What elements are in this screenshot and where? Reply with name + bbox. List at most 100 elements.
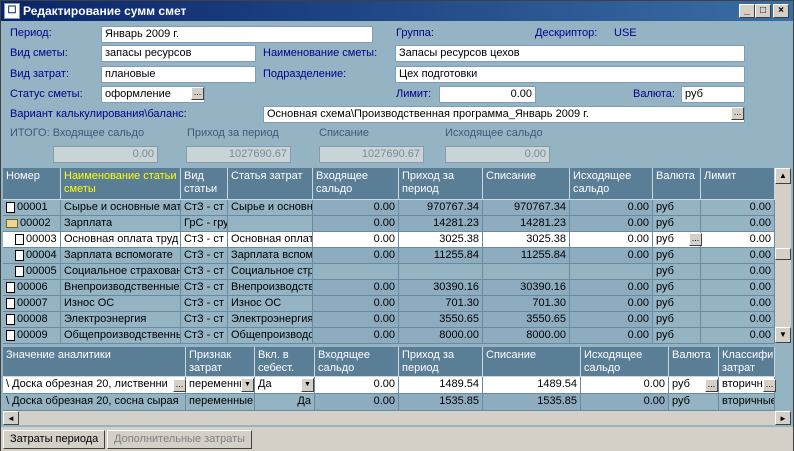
table-cell[interactable]: руб bbox=[653, 296, 701, 312]
table-cell[interactable]: 0.00 bbox=[701, 248, 775, 264]
analytics-table[interactable]: Значение аналитики Признак затрат Вкл. в с… bbox=[3, 347, 791, 425]
table-cell[interactable]: 14281.23 bbox=[399, 216, 483, 232]
top-header-0[interactable]: Номер bbox=[3, 168, 61, 200]
table-row[interactable]: 00009 bbox=[3, 328, 61, 344]
table-cell[interactable]: 0.00 bbox=[701, 280, 775, 296]
table-cell[interactable]: 0.00 bbox=[570, 248, 653, 264]
bottom-header-1[interactable]: Признак затрат bbox=[186, 347, 255, 377]
table-cell[interactable]: ГрС - гру bbox=[181, 216, 228, 232]
smeta-type-field[interactable]: запасы ресурсов bbox=[101, 45, 256, 62]
table-cell[interactable]: 0.00 bbox=[315, 377, 399, 394]
table-cell[interactable]: руб bbox=[653, 328, 701, 344]
table-cell[interactable] bbox=[313, 264, 399, 280]
vertical-scrollbar[interactable]: ▲ ▼ bbox=[775, 168, 791, 343]
table-cell[interactable]: Внепроизводственные bbox=[61, 280, 181, 296]
table-cell[interactable]: 0.00 bbox=[701, 296, 775, 312]
table-cell[interactable]: Социальное стр bbox=[228, 264, 313, 280]
horizontal-scrollbar[interactable]: ◄ ► bbox=[3, 411, 791, 425]
table-cell[interactable]: руб bbox=[653, 280, 701, 296]
table-cell[interactable]: 0.00 bbox=[701, 232, 775, 248]
table-cell[interactable]: Износ ОС bbox=[228, 296, 313, 312]
table-cell[interactable]: руб bbox=[653, 312, 701, 328]
table-cell[interactable]: 0.00 bbox=[701, 328, 775, 344]
table-cell[interactable]: Основная оплата труд bbox=[61, 232, 181, 248]
bottom-currency-dots-button[interactable]: ... bbox=[705, 379, 718, 392]
top-header-4[interactable]: Входящее сальдо bbox=[313, 168, 399, 200]
bottom-header-4[interactable]: Приход за период bbox=[399, 347, 483, 377]
bottom-header-7[interactable]: Валюта bbox=[669, 347, 719, 377]
table-cell[interactable]: 0.00 bbox=[701, 264, 775, 280]
bottom-header-0[interactable]: Значение аналитики bbox=[3, 347, 186, 377]
cost-sign-dropdown[interactable]: ▼ bbox=[241, 378, 254, 392]
table-cell[interactable]: Сырье и основн bbox=[228, 200, 313, 216]
table-cell[interactable]: 14281.23 bbox=[483, 216, 570, 232]
status-field[interactable]: оформление bbox=[101, 86, 205, 103]
table-cell[interactable]: 0.00 bbox=[315, 394, 399, 411]
table-cell[interactable]: 30390.16 bbox=[399, 280, 483, 296]
smeta-name-field[interactable]: Запасы ресурсов цехов bbox=[395, 45, 745, 62]
table-cell[interactable]: 0.00 bbox=[313, 216, 399, 232]
table-cell[interactable]: 0.00 bbox=[313, 200, 399, 216]
period-field[interactable]: Январь 2009 г. bbox=[101, 26, 373, 43]
bottom-header-6[interactable]: Исходящее сальдо bbox=[581, 347, 669, 377]
currency-field[interactable]: руб bbox=[681, 86, 745, 103]
table-cell[interactable]: переменные bbox=[186, 394, 255, 411]
bottom-header-2[interactable]: Вкл. в себест. bbox=[255, 347, 315, 377]
table-cell[interactable]: 3025.38 bbox=[399, 232, 483, 248]
variant-dots-button[interactable]: ... bbox=[731, 107, 744, 120]
table-cell[interactable]: 0.00 bbox=[313, 248, 399, 264]
table-cell[interactable]: СтЗ - ст bbox=[181, 232, 228, 248]
table-cell[interactable]: Электроэнергия bbox=[228, 312, 313, 328]
table-cell[interactable]: 0.00 bbox=[570, 280, 653, 296]
scroll-right-button[interactable]: ► bbox=[775, 411, 791, 425]
table-cell[interactable]: Внепроизводств bbox=[228, 280, 313, 296]
table-row[interactable]: 00006 bbox=[3, 280, 61, 296]
status-dots-button[interactable]: ... bbox=[191, 87, 204, 100]
top-header-8[interactable]: Валюта bbox=[653, 168, 701, 200]
table-cell[interactable]: 30390.16 bbox=[483, 280, 570, 296]
table-row[interactable]: 00003 bbox=[3, 232, 61, 248]
table-cell[interactable]: 701.30 bbox=[399, 296, 483, 312]
table-cell[interactable]: 0.00 bbox=[570, 312, 653, 328]
table-row[interactable]: \ Доска обрезная 20, сосна сырая bbox=[3, 394, 186, 411]
table-row[interactable]: 00004 bbox=[3, 248, 61, 264]
table-cell[interactable]: 0.00 bbox=[581, 377, 669, 394]
table-cell[interactable] bbox=[228, 216, 313, 232]
table-cell[interactable]: 0.00 bbox=[701, 200, 775, 216]
table-cell[interactable]: 3550.65 bbox=[399, 312, 483, 328]
table-row[interactable]: 00001 bbox=[3, 200, 61, 216]
table-row[interactable]: 00007 bbox=[3, 296, 61, 312]
table-cell[interactable]: 1489.54 bbox=[399, 377, 483, 394]
table-cell[interactable]: 1535.85 bbox=[399, 394, 483, 411]
table-cell[interactable] bbox=[483, 264, 570, 280]
tab-period-costs[interactable]: Затраты периода bbox=[3, 430, 106, 449]
bottom-header-8[interactable]: Классифи затрат bbox=[719, 347, 775, 377]
top-header-7[interactable]: Исходящее сальдо bbox=[570, 168, 653, 200]
table-cell[interactable]: СтЗ - ст bbox=[181, 200, 228, 216]
table-cell[interactable]: 0.00 bbox=[313, 312, 399, 328]
table-cell[interactable]: 0.00 bbox=[313, 328, 399, 344]
top-header-9[interactable]: Лимит bbox=[701, 168, 775, 200]
table-cell[interactable]: Зарплата вспом bbox=[228, 248, 313, 264]
table-cell[interactable]: СтЗ - ст bbox=[181, 296, 228, 312]
table-cell[interactable]: СтЗ - ст bbox=[181, 248, 228, 264]
table-cell[interactable]: Зарплата вспомогате bbox=[61, 248, 181, 264]
table-cell[interactable]: 0.00 bbox=[570, 232, 653, 248]
table-cell[interactable]: 0.00 bbox=[313, 296, 399, 312]
table-cell[interactable]: 0.00 bbox=[570, 328, 653, 344]
include-cost-dropdown[interactable]: ▼ bbox=[301, 378, 314, 392]
table-cell[interactable]: руб bbox=[653, 216, 701, 232]
table-row[interactable]: 00005 bbox=[3, 264, 61, 280]
scroll-thumb[interactable] bbox=[775, 248, 791, 260]
maximize-button[interactable]: □ bbox=[755, 4, 771, 18]
table-row[interactable]: 00002 bbox=[3, 216, 61, 232]
top-header-6[interactable]: Списание bbox=[483, 168, 570, 200]
bottom-header-3[interactable]: Входящее сальдо bbox=[315, 347, 399, 377]
table-cell[interactable]: Общепроизводс bbox=[228, 328, 313, 344]
table-cell[interactable]: 0.00 bbox=[701, 216, 775, 232]
table-cell[interactable]: 701.30 bbox=[483, 296, 570, 312]
table-row[interactable]: \ Доска обрезная 20, лиственни bbox=[3, 377, 186, 394]
table-cell[interactable]: Общепроизводственны bbox=[61, 328, 181, 344]
table-cell[interactable]: 0.00 bbox=[581, 394, 669, 411]
scroll-up-button[interactable]: ▲ bbox=[775, 168, 791, 184]
